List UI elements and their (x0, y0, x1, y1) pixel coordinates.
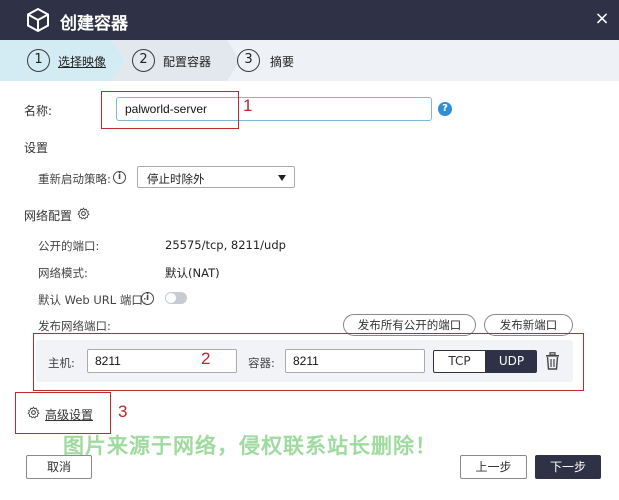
window-title: 创建容器 (60, 14, 128, 34)
next-step-button[interactable]: 下一步 (535, 455, 601, 479)
previous-step-button[interactable]: 上一步 (460, 455, 527, 479)
toggle-knob (166, 293, 176, 303)
cancel-button[interactable]: 取消 (26, 455, 92, 479)
help-icon[interactable]: ? (438, 102, 452, 116)
settings-header: 设置 (24, 141, 49, 155)
annotation-number-2: 2 (201, 349, 211, 368)
restart-policy-value: 停止时除外 (147, 172, 205, 186)
annotation-box-1 (101, 91, 239, 129)
container-cube-icon (27, 7, 49, 33)
publish-ports-label: 发布网络端口: (38, 319, 111, 333)
step-label: 摘要 (270, 55, 295, 69)
annotation-box-2 (33, 333, 584, 391)
step-summary[interactable]: 3 摘要 (0, 40, 619, 81)
gear-icon[interactable] (77, 207, 90, 220)
network-mode-label: 网络模式: (38, 266, 88, 280)
network-header: 网络配置 (24, 209, 73, 223)
watermark-text: 图片来源于网络，侵权联系站长删除！ (63, 434, 437, 458)
chevron-down-icon (278, 175, 286, 181)
web-url-port-label: 默认 Web URL 端口: (38, 293, 147, 307)
name-label: 名称: (24, 104, 53, 118)
public-ports-label: 公开的端口: (38, 239, 100, 253)
info-icon[interactable]: i (113, 171, 126, 184)
restart-policy-label: 重新启动策略: (38, 172, 111, 186)
step-number: 3 (237, 49, 260, 72)
annotation-number-3: 3 (118, 402, 128, 421)
annotation-box-3 (15, 392, 111, 434)
info-icon[interactable]: i (141, 292, 154, 305)
title-bar: 创建容器 × (0, 0, 619, 40)
wizard-steps: 1 选择映像 2 配置容器 3 摘要 (0, 40, 619, 81)
public-ports-value: 25575/tcp, 8211/udp (165, 238, 286, 252)
network-mode-value: 默认(NAT) (165, 266, 220, 280)
web-url-port-toggle[interactable] (165, 292, 187, 304)
annotation-number-1: 1 (243, 96, 253, 115)
close-icon[interactable]: × (593, 10, 611, 28)
restart-policy-select[interactable]: 停止时除外 (137, 166, 295, 188)
